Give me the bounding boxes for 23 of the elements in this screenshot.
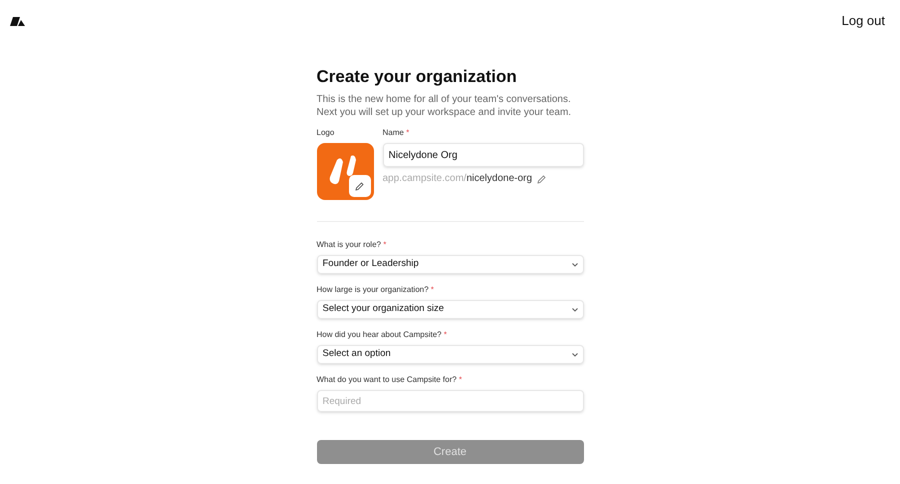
select-field[interactable]: Founder or Leadership (316, 255, 584, 274)
name-field[interactable]: Nicelydone Org (382, 143, 584, 167)
select-field[interactable]: Select an option (316, 345, 584, 364)
edit-logo-button[interactable] (348, 175, 370, 197)
chevron-down-icon (572, 352, 578, 356)
chevron-down-icon (572, 262, 578, 266)
field-label: Name * (382, 128, 410, 138)
description: This is the new home for all of your team's conversations. Next you will set up your workspace and invite your team. (316, 94, 572, 119)
chevron-down-icon (572, 308, 578, 312)
field-label: How large is your organization? * (316, 285, 435, 295)
field-label: How did you hear about Campsite? * (316, 330, 448, 340)
field-label: What is your role? * (316, 240, 388, 250)
logout-button[interactable]: Log out (842, 11, 885, 31)
field-label: What do you want to use Campsite for? * (316, 375, 463, 385)
url-text: app.campsite.com/nicelydone-org (382, 172, 532, 186)
page-title: Create your organization (316, 66, 518, 88)
logo-icon[interactable] (10, 16, 26, 26)
org-logo[interactable] (316, 143, 374, 200)
logo-label: Logo (316, 128, 336, 138)
text-field[interactable]: Required (316, 390, 584, 412)
pencil-icon[interactable] (537, 174, 546, 184)
pencil-icon (355, 182, 364, 190)
select-field[interactable]: Select your organization size (316, 300, 584, 319)
